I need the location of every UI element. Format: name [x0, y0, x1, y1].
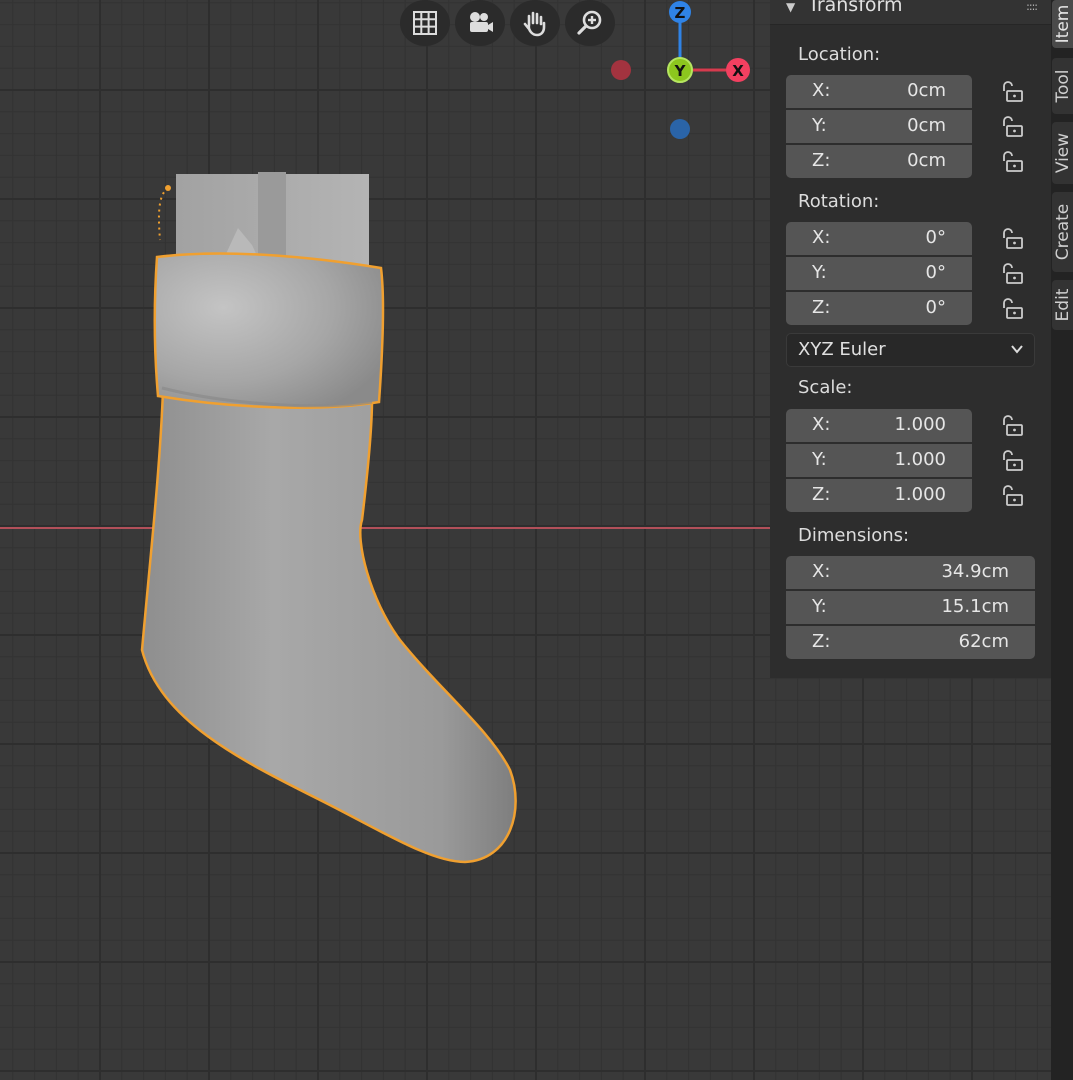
sidebar-tabs: Item Tool View Create Edit [1051, 0, 1073, 1080]
lock-scale-y-icon[interactable] [1001, 449, 1025, 473]
location-label: Location: [798, 44, 881, 65]
tab-create[interactable]: Create [1052, 192, 1073, 272]
location-x-field[interactable]: X: 0cm [786, 75, 972, 108]
navigation-gizmo[interactable]: Z Y X [600, 0, 770, 150]
dimensions-z-field[interactable]: Z: 62cm [786, 626, 1035, 659]
stocking-mesh[interactable] [140, 252, 517, 864]
panel-title: Transform [808, 0, 903, 16]
lock-rotation-z-icon[interactable] [1001, 297, 1025, 321]
location-z-field[interactable]: Z: 0cm [786, 145, 972, 178]
tab-tool[interactable]: Tool [1052, 58, 1073, 114]
collapse-triangle-icon[interactable]: ▼ [786, 0, 795, 14]
lock-scale-z-icon[interactable] [1001, 484, 1025, 508]
location-y-field[interactable]: Y: 0cm [786, 110, 972, 143]
y-axis-handle[interactable]: Y [667, 57, 693, 83]
rotation-label: Rotation: [798, 191, 880, 212]
grid-icon [413, 11, 437, 35]
tab-edit[interactable]: Edit [1052, 280, 1073, 330]
camera-view-button[interactable] [455, 0, 505, 46]
neg-z-axis-handle[interactable] [670, 119, 690, 139]
lock-rotation-x-icon[interactable] [1001, 227, 1025, 251]
scale-x-field[interactable]: X: 1.000 [786, 409, 972, 442]
svg-text:Z: Z [675, 4, 686, 22]
tab-item[interactable]: Item [1052, 0, 1073, 48]
dimensions-label: Dimensions: [798, 525, 910, 546]
pan-view-button[interactable] [510, 0, 560, 46]
drag-grip-icon[interactable]: :::: [1026, 0, 1038, 13]
rotation-x-field[interactable]: X: 0° [786, 222, 972, 255]
neg-x-axis-handle[interactable] [611, 60, 631, 80]
svg-text:X: X [732, 62, 744, 80]
lock-rotation-y-icon[interactable] [1001, 262, 1025, 286]
scale-label: Scale: [798, 377, 853, 398]
toggle-grid-view-button[interactable] [400, 0, 450, 46]
dimensions-y-field[interactable]: Y: 15.1cm [786, 591, 1035, 624]
scale-y-field[interactable]: Y: 1.000 [786, 444, 972, 477]
lock-location-y-icon[interactable] [1001, 115, 1025, 139]
transform-panel-header[interactable]: ▼ Transform :::: [770, 0, 1051, 25]
lock-location-z-icon[interactable] [1001, 150, 1025, 174]
hand-icon [523, 11, 546, 37]
rotation-z-field[interactable]: Z: 0° [786, 292, 972, 325]
lock-scale-x-icon[interactable] [1001, 414, 1025, 438]
z-axis-handle[interactable]: Z [669, 1, 691, 23]
x-axis-handle[interactable]: X [726, 58, 750, 82]
tab-view[interactable]: View [1052, 122, 1073, 184]
dimensions-x-field[interactable]: X: 34.9cm [786, 556, 1035, 589]
rotation-mode-dropdown[interactable]: XYZ Euler [786, 333, 1035, 367]
svg-text:Y: Y [674, 62, 687, 80]
scale-z-field[interactable]: Z: 1.000 [786, 479, 972, 512]
lock-location-x-icon[interactable] [1001, 80, 1025, 104]
transform-sidebar-panel: ▼ Transform :::: Location: X: 0cm Y: 0cm Z… [770, 0, 1051, 678]
chevron-down-icon [1011, 345, 1023, 354]
camera-icon [470, 12, 493, 32]
rotation-y-field[interactable]: Y: 0° [786, 257, 972, 290]
